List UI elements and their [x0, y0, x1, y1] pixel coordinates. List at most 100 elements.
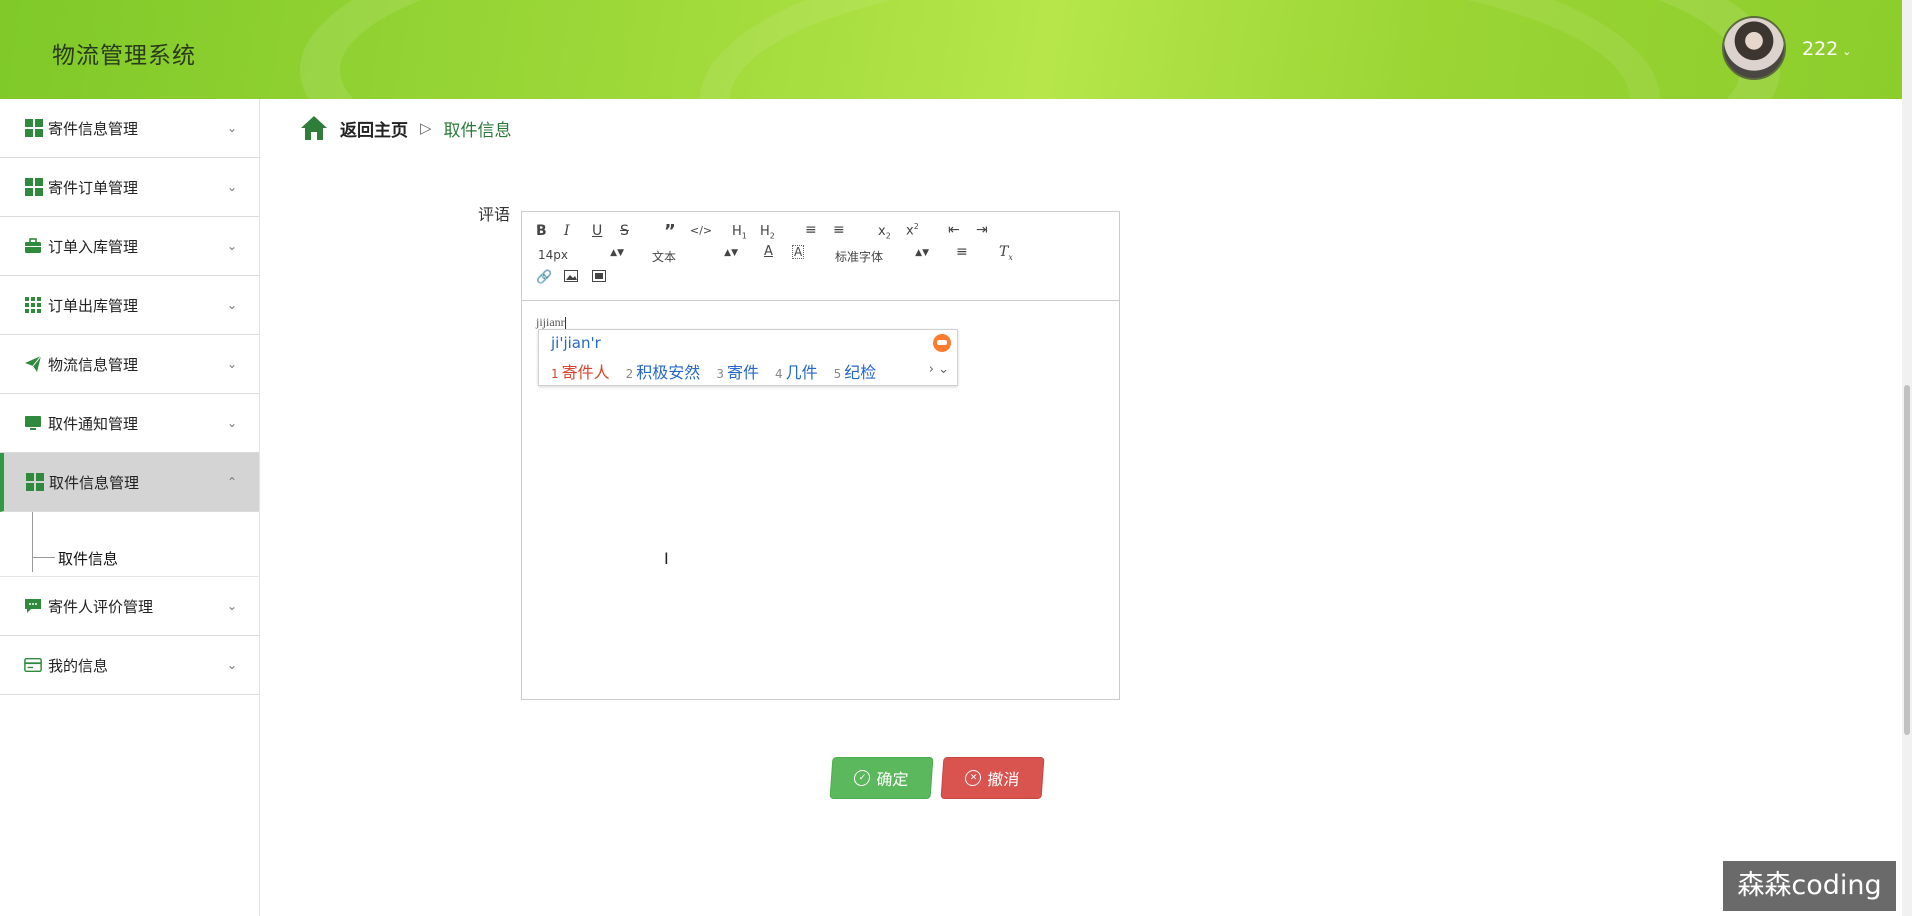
- block-type-value: 文本: [652, 250, 677, 264]
- chevron-down-icon: ⌄: [226, 599, 237, 613]
- image-icon[interactable]: [564, 270, 578, 286]
- sidebar-item-logistics-info[interactable]: 物流信息管理 ⌄: [0, 335, 259, 394]
- subscript-button[interactable]: x2: [878, 224, 891, 241]
- comment-icon: [25, 599, 41, 613]
- sidebar-item-label: 寄件信息管理: [48, 119, 139, 138]
- home-icon[interactable]: [300, 115, 328, 141]
- submenu-item-pickup-info[interactable]: 取件信息: [58, 548, 118, 569]
- indent-button[interactable]: ⇥: [976, 222, 988, 238]
- avatar[interactable]: [1722, 16, 1786, 80]
- sidebar-item-mail-orders[interactable]: 寄件订单管理 ⌄: [0, 158, 259, 217]
- briefcase-icon: [25, 238, 41, 253]
- bullet-list-button[interactable]: ≡: [833, 222, 845, 238]
- sidebar-item-label: 物流信息管理: [48, 355, 139, 374]
- chevron-down-icon: ⌄: [226, 121, 237, 135]
- background-color-button[interactable]: A: [792, 245, 805, 259]
- sidebar-item-order-outbound[interactable]: 订单出库管理 ⌄: [0, 276, 259, 335]
- link-icon[interactable]: 🔗: [536, 270, 552, 285]
- sidebar-item-my-info[interactable]: 我的信息 ⌄: [0, 636, 259, 695]
- select-arrows-icon: ▲▼: [610, 248, 624, 258]
- heading1-button[interactable]: H1: [732, 224, 747, 241]
- ordered-list-button[interactable]: ≡: [805, 222, 817, 238]
- ime-candidate[interactable]: 2 积极安然: [626, 359, 701, 383]
- ime-candidate[interactable]: 4 几件: [775, 359, 818, 383]
- ime-composition: ji'jian'r: [551, 334, 601, 352]
- align-button[interactable]: ≡: [956, 244, 968, 260]
- candidate-text: 几件: [785, 363, 818, 382]
- rich-text-editor: B I U S ” </> H1 H2 ≡ ≡ x2 x2 ⇤ ⇥ 14px ▲▼…: [521, 211, 1120, 700]
- check-circle-icon: ✓: [853, 770, 872, 786]
- font-family-select[interactable]: 标准字体 ▲▼: [835, 248, 929, 265]
- ime-candidate-popup[interactable]: ji'jian'r 1 寄件人 2 积极安然 3 寄件 4 几件 5 纪检 › ⌄: [538, 329, 958, 386]
- breadcrumb-home-link[interactable]: 返回主页: [340, 116, 408, 141]
- chevron-down-icon: ⌄: [226, 416, 237, 430]
- user-menu[interactable]: 222 ⌄: [1802, 38, 1851, 60]
- chevron-down-icon[interactable]: ⌄: [1842, 45, 1851, 58]
- heading2-button[interactable]: H2: [760, 224, 775, 241]
- app-title: 物流管理系统: [52, 43, 196, 69]
- candidate-text: 寄件: [726, 363, 759, 382]
- sidebar-item-order-inbound[interactable]: 订单入库管理 ⌄: [0, 217, 259, 276]
- editor-toolbar: B I U S ” </> H1 H2 ≡ ≡ x2 x2 ⇤ ⇥ 14px ▲▼…: [522, 212, 1119, 301]
- sidebar-item-label: 取件通知管理: [48, 414, 139, 433]
- clear-format-button[interactable]: Tx: [999, 244, 1013, 262]
- editor-text[interactable]: jijianr: [536, 315, 566, 330]
- blockquote-button[interactable]: ”: [664, 221, 676, 242]
- ime-candidate[interactable]: 3 寄件: [716, 359, 759, 383]
- scrollbar-thumb[interactable]: [1904, 385, 1910, 735]
- comment-field-label: 评语: [478, 205, 511, 224]
- monitor-icon: [25, 416, 41, 430]
- user-name[interactable]: 222: [1802, 38, 1838, 60]
- underline-button[interactable]: U: [592, 223, 602, 239]
- code-block-button[interactable]: </>: [690, 224, 712, 237]
- candidate-number: 3: [716, 367, 724, 381]
- breadcrumb: 返回主页 ▷ 取件信息: [300, 113, 512, 143]
- candidate-number: 1: [551, 367, 559, 381]
- ime-candidate[interactable]: 1 寄件人: [551, 359, 610, 383]
- text-caret: [564, 316, 566, 330]
- sidebar-item-label: 取件信息管理: [49, 473, 140, 492]
- id-card-icon: [24, 657, 42, 673]
- bold-button[interactable]: B: [536, 223, 547, 239]
- chevron-down-icon: ⌄: [226, 180, 237, 194]
- tree-line: [33, 557, 55, 558]
- breadcrumb-current: 取件信息: [443, 120, 512, 141]
- confirm-button[interactable]: ✓ 确定: [829, 757, 934, 799]
- grid-icon: [26, 473, 44, 491]
- sidebar-item-label: 我的信息: [48, 656, 109, 675]
- candidate-number: 4: [774, 367, 783, 381]
- ime-page-next-icon[interactable]: › ⌄: [929, 362, 949, 377]
- sidebar-item-pickup-notice[interactable]: 取件通知管理 ⌄: [0, 394, 259, 453]
- font-color-button[interactable]: A: [764, 244, 773, 259]
- cancel-button[interactable]: ✕ 撤消: [940, 757, 1045, 799]
- watermark: 森森coding: [1723, 861, 1896, 911]
- sidebar-item-mail-info[interactable]: 寄件信息管理 ⌄: [0, 99, 259, 158]
- video-icon[interactable]: [592, 270, 606, 286]
- candidate-text: 纪检: [844, 363, 877, 382]
- chevron-down-icon: ⌄: [226, 239, 237, 253]
- ime-logo-icon: [933, 334, 951, 352]
- select-arrows-icon: ▲▼: [724, 248, 738, 258]
- italic-button[interactable]: I: [564, 223, 570, 239]
- text-cursor-icon: I: [664, 549, 669, 568]
- strikethrough-button[interactable]: S: [620, 223, 629, 239]
- outdent-button[interactable]: ⇤: [948, 222, 960, 238]
- ime-candidate[interactable]: 5 纪检: [834, 359, 877, 383]
- sidebar-item-label: 订单出库管理: [48, 296, 139, 315]
- breadcrumb-separator: ▷: [420, 119, 432, 137]
- sidebar: 寄件信息管理 ⌄ 寄件订单管理 ⌄ 订单入库管理 ⌄ 订单出库管理 ⌄ 物流信息…: [0, 99, 260, 916]
- block-type-select[interactable]: 文本 ▲▼: [652, 248, 738, 265]
- sidebar-item-sender-review[interactable]: 寄件人评价管理 ⌄: [0, 577, 259, 636]
- candidate-number: 5: [833, 367, 842, 381]
- superscript-button[interactable]: x2: [906, 222, 919, 238]
- grid-nine-icon: [25, 297, 41, 313]
- sidebar-item-pickup-info[interactable]: 取件信息管理 ⌃: [0, 453, 259, 512]
- candidate-number: 2: [625, 367, 634, 381]
- submenu: 取件信息: [0, 512, 259, 577]
- font-size-value: 14px: [538, 248, 568, 262]
- font-size-select[interactable]: 14px ▲▼: [538, 248, 624, 262]
- candidate-text: 寄件人: [561, 363, 610, 382]
- grid-icon: [25, 178, 43, 196]
- candidate-text: 积极安然: [636, 363, 701, 382]
- close-circle-icon: ✕: [964, 770, 983, 786]
